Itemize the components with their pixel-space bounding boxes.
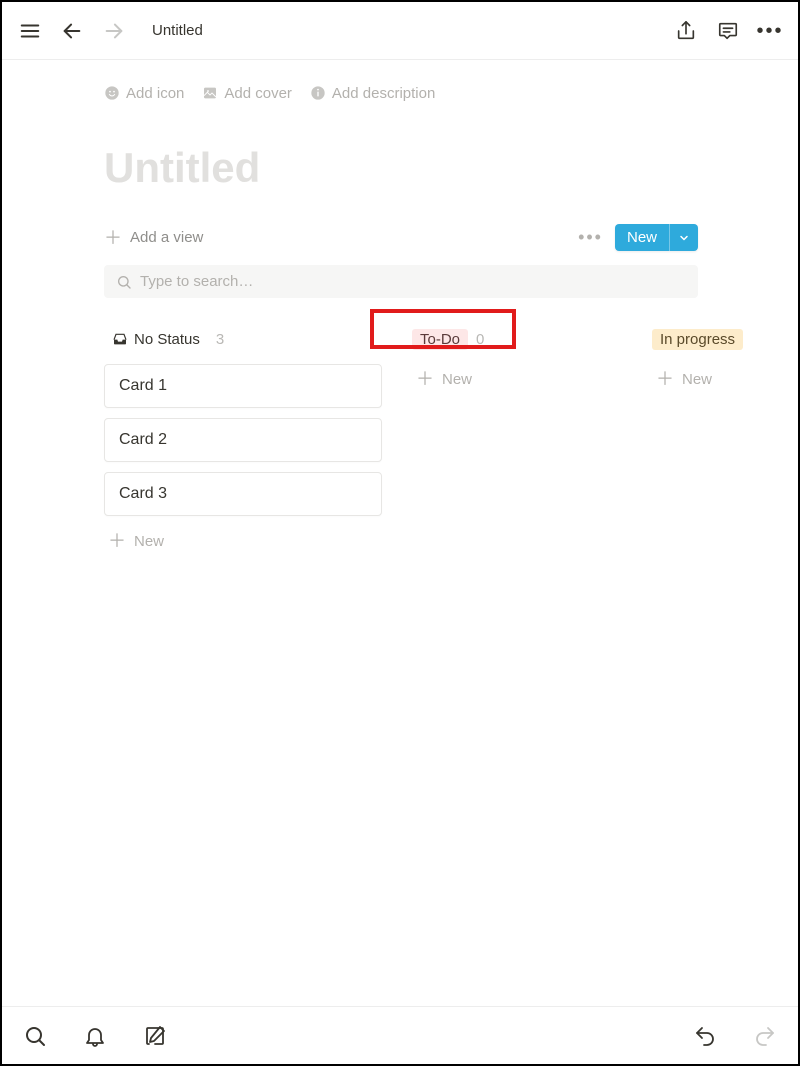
breadcrumb[interactable]: Untitled bbox=[152, 22, 203, 39]
view-toolbar: ＋ Add a view ••• New bbox=[104, 224, 798, 251]
add-view-button[interactable]: ＋ Add a view bbox=[104, 229, 203, 247]
add-cover-button[interactable]: Add cover bbox=[202, 85, 292, 102]
add-card-button[interactable]: ＋ New bbox=[652, 364, 772, 394]
comments-icon[interactable] bbox=[714, 17, 742, 45]
search-icon[interactable] bbox=[20, 1021, 50, 1051]
plus-icon: ＋ bbox=[656, 370, 674, 388]
page-actions: Add icon Add cover Add description bbox=[104, 78, 798, 108]
undo-icon[interactable] bbox=[690, 1021, 720, 1051]
card[interactable]: Card 1 bbox=[104, 364, 382, 408]
column-header[interactable]: No Status 3 bbox=[104, 324, 382, 354]
search-input[interactable] bbox=[140, 273, 686, 290]
card[interactable]: Card 2 bbox=[104, 418, 382, 462]
chevron-down-icon[interactable] bbox=[669, 224, 698, 251]
plus-icon: ＋ bbox=[416, 370, 434, 388]
column-tag: To-Do bbox=[412, 329, 468, 350]
column-label: In progress bbox=[660, 331, 735, 348]
search-bar[interactable] bbox=[104, 265, 698, 298]
topbar: Untitled ••• bbox=[2, 2, 798, 60]
add-cover-label: Add cover bbox=[224, 85, 292, 102]
add-description-label: Add description bbox=[332, 85, 435, 102]
column-label: No Status bbox=[134, 331, 200, 348]
footer bbox=[2, 1006, 798, 1064]
add-view-label: Add a view bbox=[130, 229, 203, 246]
redo-icon bbox=[750, 1021, 780, 1051]
column-tag: In progress bbox=[652, 329, 743, 350]
column-count: 3 bbox=[216, 331, 224, 348]
column-count: 0 bbox=[476, 331, 484, 348]
notifications-icon[interactable] bbox=[80, 1021, 110, 1051]
column-in-progress: In progress ＋ New bbox=[652, 324, 772, 556]
view-more-icon[interactable]: ••• bbox=[578, 227, 603, 248]
add-description-button[interactable]: Add description bbox=[310, 85, 435, 102]
more-icon[interactable]: ••• bbox=[756, 17, 784, 45]
add-icon-button[interactable]: Add icon bbox=[104, 85, 184, 102]
column-label: To-Do bbox=[420, 331, 460, 348]
new-button[interactable]: New bbox=[615, 224, 698, 251]
plus-icon: ＋ bbox=[108, 532, 126, 550]
board: No Status 3 Card 1 Card 2 Card 3 ＋ New T… bbox=[104, 324, 798, 556]
card[interactable]: Card 3 bbox=[104, 472, 382, 516]
column-header[interactable]: In progress bbox=[652, 324, 772, 354]
add-card-label: New bbox=[134, 533, 164, 550]
search-icon bbox=[116, 274, 132, 290]
add-icon-label: Add icon bbox=[126, 85, 184, 102]
add-card-label: New bbox=[682, 371, 712, 388]
back-icon[interactable] bbox=[58, 17, 86, 45]
column-no-status: No Status 3 Card 1 Card 2 Card 3 ＋ New bbox=[104, 324, 382, 556]
share-icon[interactable] bbox=[672, 17, 700, 45]
compose-icon[interactable] bbox=[140, 1021, 170, 1051]
page-title[interactable]: Untitled bbox=[104, 144, 798, 192]
menu-icon[interactable] bbox=[16, 17, 44, 45]
column-header[interactable]: To-Do 0 bbox=[412, 324, 622, 354]
add-card-button[interactable]: ＋ New bbox=[104, 526, 382, 556]
add-card-button[interactable]: ＋ New bbox=[412, 364, 622, 394]
column-tag: No Status bbox=[104, 329, 208, 350]
plus-icon: ＋ bbox=[104, 229, 122, 247]
main: Add icon Add cover Add description Untit… bbox=[2, 60, 798, 1006]
add-card-label: New bbox=[442, 371, 472, 388]
new-button-label: New bbox=[615, 224, 669, 251]
column-to-do: To-Do 0 ＋ New bbox=[412, 324, 622, 556]
inbox-icon bbox=[112, 331, 128, 347]
forward-icon bbox=[100, 17, 128, 45]
